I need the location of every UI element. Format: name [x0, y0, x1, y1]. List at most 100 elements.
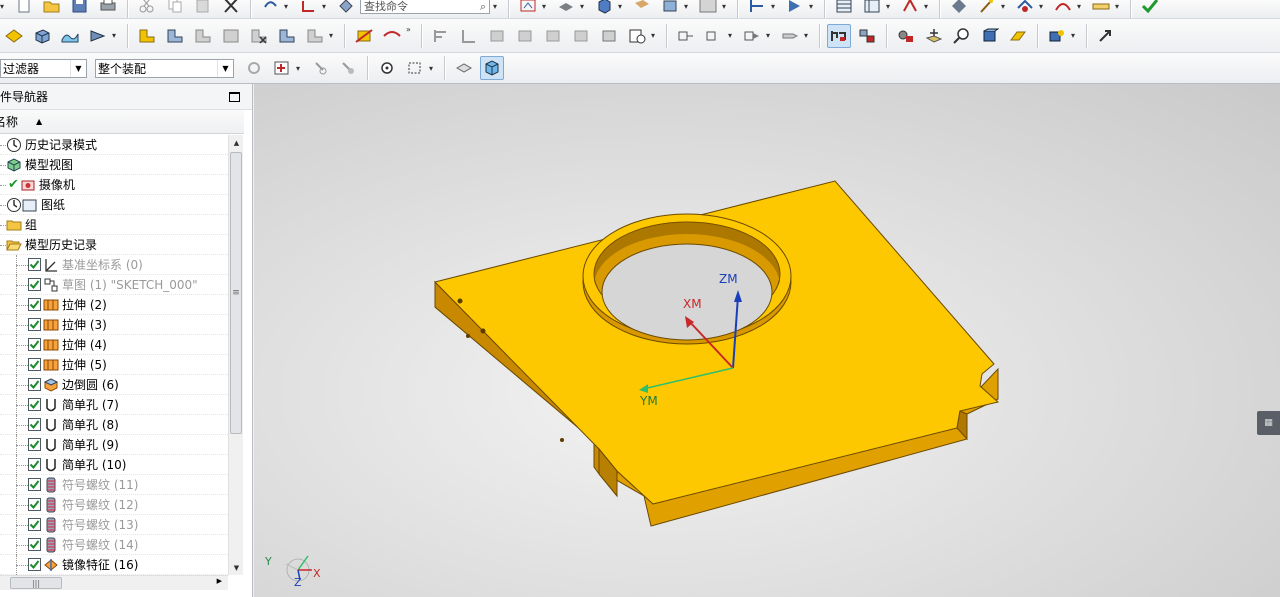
tree-item-drawings[interactable]: 图纸 [0, 195, 228, 215]
resize-face-button[interactable] [541, 24, 565, 48]
replace-face-button[interactable] [513, 24, 537, 48]
move-feature-button[interactable] [303, 24, 327, 48]
wizard-button[interactable] [975, 0, 999, 15]
navigator-vertical-scrollbar[interactable]: ▲ ≡ ▼ [228, 135, 243, 575]
open-file-button[interactable] [40, 0, 64, 15]
scroll-thumb[interactable]: ≡ [230, 152, 242, 434]
chevron-down-icon[interactable]: ▾ [684, 2, 691, 11]
more-tools-button[interactable] [1094, 24, 1118, 48]
chevron-down-icon[interactable]: ▾ [112, 31, 119, 40]
measure-button[interactable] [898, 0, 922, 15]
chevron-down-icon[interactable]: ▾ [0, 2, 7, 11]
feature-row[interactable]: 符号螺纹 (11) [0, 475, 228, 495]
tree-item-groups[interactable]: 组 [0, 215, 228, 235]
feature-visibility-checkbox[interactable] [28, 498, 41, 511]
delete-button[interactable] [219, 0, 243, 15]
timestamp-button[interactable] [625, 24, 649, 48]
edit-feature-button[interactable] [135, 24, 159, 48]
preview-section-button[interactable] [452, 56, 476, 80]
chevron-down-icon[interactable]: ▾ [809, 2, 816, 11]
feature-visibility-checkbox[interactable] [28, 398, 41, 411]
column-header-name[interactable]: 名称 ▲ [0, 110, 244, 134]
tree-item-model-history[interactable]: 模型历史记录 [0, 235, 228, 255]
feature-row[interactable]: 拉伸 (3) [0, 315, 228, 335]
align-button[interactable] [429, 24, 453, 48]
wcs-button[interactable] [296, 0, 320, 15]
layer-button[interactable] [658, 0, 682, 15]
scroll-up-icon[interactable]: ▲ [229, 135, 244, 150]
background-button[interactable] [630, 0, 654, 15]
chevron-down-icon[interactable]: ▾ [722, 2, 729, 11]
chevron-down-icon[interactable]: ▾ [651, 31, 658, 40]
suppress-feature-button[interactable] [275, 24, 299, 48]
delete-feature-button[interactable] [247, 24, 271, 48]
new-file-button[interactable] [12, 0, 36, 15]
edit-parameters-button[interactable] [163, 24, 187, 48]
feature-row[interactable]: 基准坐标系 (0) [0, 255, 228, 275]
part-navigator-button[interactable] [855, 24, 879, 48]
feature-row[interactable]: 拉伸 (5) [0, 355, 228, 375]
chevron-down-icon[interactable]: ▾ [1001, 2, 1008, 11]
feature-visibility-checkbox[interactable] [28, 418, 41, 431]
rectangle-select-button[interactable] [403, 56, 427, 80]
information-button[interactable] [860, 0, 884, 15]
feature-visibility-checkbox[interactable] [28, 258, 41, 271]
chevron-down-icon[interactable]: ▾ [296, 64, 303, 73]
synchronous-button[interactable] [597, 24, 621, 48]
find-component-button[interactable] [950, 24, 974, 48]
product-interface-button[interactable] [1006, 24, 1030, 48]
find-command-input[interactable]: 查找命令 ⌕ [360, 0, 490, 14]
assembly-constraint-button[interactable] [674, 24, 698, 48]
feature-visibility-checkbox[interactable] [28, 518, 41, 531]
feature-history-button[interactable] [827, 23, 851, 48]
chevron-down-icon[interactable]: ▾ [886, 2, 893, 11]
feature-row[interactable]: 拉伸 (2) [0, 295, 228, 315]
feature-visibility-checkbox[interactable] [28, 278, 41, 291]
reorder-button[interactable] [191, 24, 215, 48]
replace-feature-button[interactable] [219, 24, 243, 48]
navigator-horizontal-scrollbar[interactable]: ||| ▶ [0, 575, 228, 590]
sketch-surface-button[interactable] [58, 24, 82, 48]
tree-item-cameras[interactable]: ✔ 摄像机 [0, 175, 228, 195]
part-model[interactable] [254, 84, 1280, 597]
color-button[interactable] [696, 0, 720, 15]
general-selection-button[interactable] [242, 56, 266, 80]
chevron-down-icon[interactable]: ▾ [771, 2, 778, 11]
scroll-down-icon[interactable]: ▼ [229, 560, 244, 575]
chevron-down-icon[interactable]: ▾ [1039, 2, 1046, 11]
feature-row[interactable]: 镜像特征 (16) [0, 555, 228, 575]
feature-row[interactable]: 简单孔 (9) [0, 435, 228, 455]
add-component-button[interactable] [922, 24, 946, 48]
chevron-down-icon[interactable]: ▾ [322, 2, 329, 11]
vertex-select-button[interactable] [375, 56, 399, 80]
check-button[interactable] [1138, 0, 1162, 15]
chevron-down-icon[interactable]: ▾ [329, 31, 336, 40]
datum-button[interactable] [2, 24, 26, 48]
feature-row[interactable]: 简单孔 (8) [0, 415, 228, 435]
wave-geometry-button[interactable] [978, 24, 1002, 48]
print-button[interactable] [96, 0, 120, 15]
chevron-down-icon[interactable]: ▾ [542, 2, 549, 11]
curve-tool-button[interactable] [1051, 0, 1075, 15]
pattern-face-button[interactable] [569, 24, 593, 48]
chevron-down-icon[interactable]: ▾ [766, 31, 773, 40]
feature-row[interactable]: 拉伸 (4) [0, 335, 228, 355]
feature-visibility-checkbox[interactable] [28, 358, 41, 371]
feature-row[interactable]: 简单孔 (10) [0, 455, 228, 475]
resource-bar-tab[interactable]: ▦ [1257, 411, 1280, 435]
chevron-down-icon[interactable]: ▾ [429, 64, 436, 73]
feature-visibility-checkbox[interactable] [28, 478, 41, 491]
render-style-button[interactable] [554, 0, 578, 15]
feature-row[interactable]: 简单孔 (7) [0, 395, 228, 415]
feature-visibility-checkbox[interactable] [28, 378, 41, 391]
move-component-button[interactable] [702, 24, 726, 48]
feature-row[interactable]: 边倒圆 (6) [0, 375, 228, 395]
chevron-down-icon[interactable]: ▾ [924, 2, 931, 11]
chevron-down-icon[interactable]: ▾ [1077, 2, 1084, 11]
snap-point-button[interactable] [745, 0, 769, 15]
selection-scope-select[interactable]: 整个装配 ▼ [95, 58, 234, 78]
move-object-button[interactable] [947, 0, 971, 15]
explode-button[interactable] [778, 24, 802, 48]
feature-visibility-checkbox[interactable] [28, 338, 41, 351]
feature-visibility-checkbox[interactable] [28, 298, 41, 311]
